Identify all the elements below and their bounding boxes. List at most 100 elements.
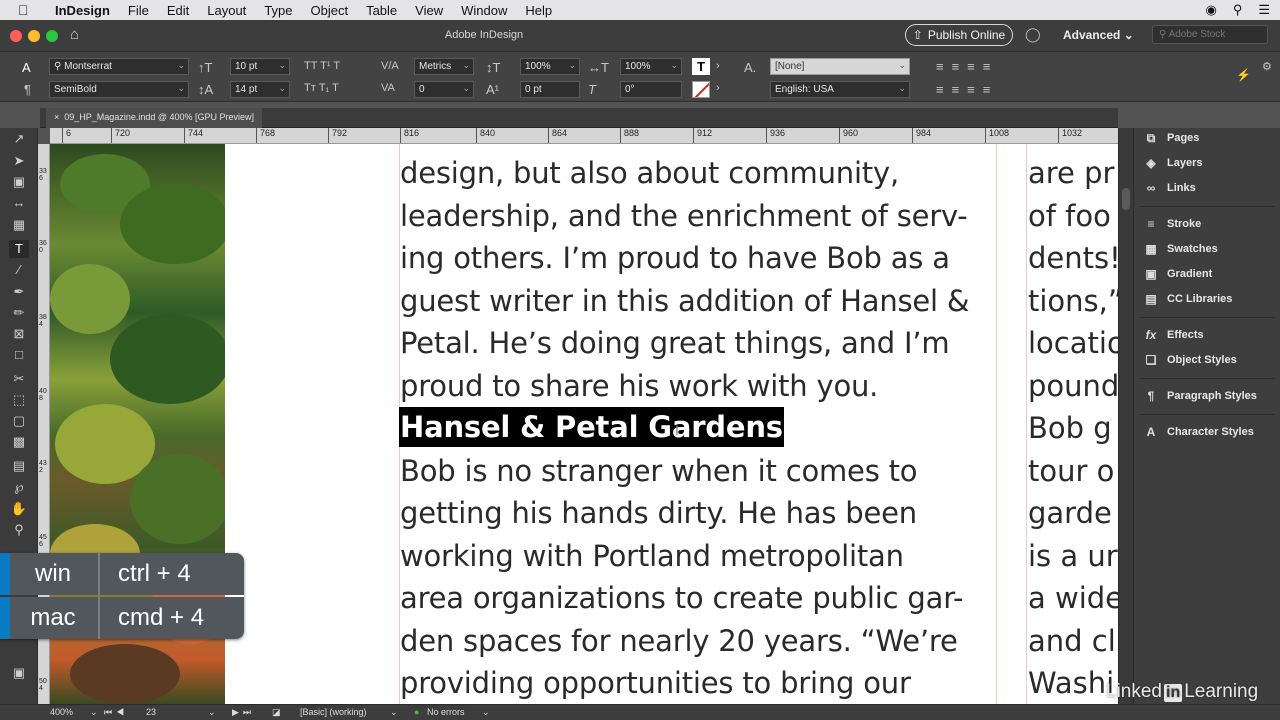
baseline-shift-field[interactable]: 0 pt [520,81,580,98]
column-2-text-line[interactable]: and cl [1028,626,1116,656]
character-style-field[interactable]: [None] ⌄ [770,58,910,75]
body-text-line[interactable]: getting his hands dirty. He has been [400,498,917,528]
adobe-stock-search-input[interactable]: ⚲ Adobe Stock [1152,25,1268,44]
creative-cloud-icon[interactable]: ◉ [1205,2,1216,18]
column-2-text-line[interactable]: is a ur [1028,541,1118,571]
font-family-field[interactable]: ⚲ Montserrat ⌄ [49,58,189,75]
panel-swatches[interactable]: ▦ Swatches [1134,239,1280,261]
page-nav-prev-icon[interactable]: ⏮◀ [104,707,128,718]
column-2-text-line[interactable]: a wide [1028,583,1118,613]
body-text-line[interactable]: proud to share his work with you. [400,371,878,401]
panel-stroke[interactable]: ≡ Stroke [1134,214,1280,236]
column-2-text-line[interactable]: pound [1028,371,1118,401]
column-2-text-line[interactable]: of foo [1028,201,1111,231]
eyedropper-tool-icon[interactable]: ℘ [9,478,29,496]
line-tool-icon[interactable]: ∕ [9,261,29,279]
pen-tool-icon[interactable]: ✒ [9,283,29,301]
preflight-dropdown-icon[interactable]: ⌄ [482,707,490,718]
close-tab-icon[interactable]: × [54,112,59,122]
page-tool-icon[interactable]: ▣ [9,173,29,191]
gap-tool-icon[interactable]: ↔ [9,194,29,212]
panel-links[interactable]: ∞ Links [1134,178,1280,200]
panel-cc-libraries[interactable]: ▤ CC Libraries [1134,289,1280,311]
horizontal-scale-field[interactable]: 100% ⌄ [620,58,682,75]
paragraph-formatting-icon[interactable]: ¶ [24,82,31,97]
font-style-field[interactable]: SemiBold ⌄ [49,81,189,98]
language-field[interactable]: English: USA ⌄ [770,81,910,98]
rectangle-tool-icon[interactable]: □ [9,346,29,364]
page-dropdown-icon[interactable]: ⌄ [208,707,216,718]
kerning-field[interactable]: Metrics ⌄ [414,58,474,75]
stroke-color-swatch[interactable] [692,81,710,98]
vertical-scale-field[interactable]: 100% ⌄ [520,58,580,75]
menu-layout[interactable]: Layout [207,3,246,18]
selected-heading-text[interactable]: Hansel & Petal Gardens [399,407,784,447]
body-text-line[interactable]: providing opportunities to bring our [400,668,911,698]
page-number[interactable]: 23 [146,707,156,717]
body-text-line[interactable]: leadership, and the enrichment of serv- [400,201,968,231]
align-buttons-row-1[interactable]: ≡≡≡≡ [936,59,998,74]
character-formatting-icon[interactable]: A [22,60,31,75]
body-text-line[interactable]: ing others. I’m proud to have Bob as a [400,243,950,273]
column-2-text-line[interactable]: Bob g [1028,413,1112,443]
zoom-dropdown-icon[interactable]: ⌄ [90,707,98,718]
publish-online-button[interactable]: ⇧ Publish Online [905,24,1013,46]
zoom-level[interactable]: 400% [50,707,73,717]
free-transform-tool-icon[interactable]: ⬚ [9,391,29,409]
layout-dropdown-icon[interactable]: ⌄ [390,707,398,718]
panel-gradient[interactable]: ▣ Gradient [1134,264,1280,286]
type-tool-icon[interactable]: T [9,240,29,258]
panel-effects[interactable]: fx Effects [1134,325,1280,347]
layout-label[interactable]: [Basic] (working) [300,707,367,717]
document-tab[interactable]: × 09_HP_Magazine.indd @ 400% [GPU Previe… [46,108,263,128]
menu-view[interactable]: View [415,3,443,18]
scissors-tool-icon[interactable]: ✂ [9,370,29,388]
menu-object[interactable]: Object [311,3,349,18]
vertical-scrollbar[interactable] [1118,128,1133,704]
rectangle-frame-tool-icon[interactable]: ⊠ [9,325,29,343]
screen-mode-icon[interactable]: ▣ [9,664,29,682]
gradient-swatch-tool-icon[interactable]: ▢ [9,412,29,430]
panel-paragraph-styles[interactable]: ¶ Paragraph Styles [1134,386,1280,408]
panel-object-styles[interactable]: ❏ Object Styles [1134,350,1280,372]
tracking-field[interactable]: 0 ⌄ [414,81,474,98]
small-caps-icon[interactable]: Tт T₁ T [304,82,339,94]
column-2-text-line[interactable]: tions,” [1028,286,1118,316]
body-text-line[interactable]: Bob is no stranger when it comes to [400,456,918,486]
menu-type[interactable]: Type [264,3,292,18]
selection-tool-icon[interactable]: ↗ [9,130,29,148]
body-text-line[interactable]: design, but also about community, [400,158,899,188]
font-size-field[interactable]: 10 pt ⌄ [230,58,290,75]
menu-window[interactable]: Window [461,3,507,18]
gear-icon[interactable]: ⚙ [1262,60,1272,73]
gradient-feather-tool-icon[interactable]: ▩ [9,433,29,451]
open-page-icon[interactable]: ◪ [272,707,281,718]
chevron-right-icon[interactable]: › [716,60,720,72]
panel-pages[interactable]: ⧉ Pages [1134,128,1280,150]
direct-selection-tool-icon[interactable]: ➤ [9,152,29,170]
column-2-text-line[interactable]: tour o [1028,456,1114,486]
body-text-line[interactable]: den spaces for nearly 20 years. “We’re [400,626,958,656]
column-2-text-line[interactable]: are pr [1028,158,1114,188]
menu-app-indesign[interactable]: InDesign [55,3,110,18]
lightbulb-icon[interactable]: ◯ [1025,26,1041,43]
spotlight-search-icon[interactable]: ⚲ [1233,2,1243,18]
zoom-tool-icon[interactable]: ⚲ [9,521,29,539]
menu-help[interactable]: Help [525,3,552,18]
workspace-switcher[interactable]: Advanced ⌄ [1063,28,1134,42]
preflight-status[interactable]: No errors [427,707,465,717]
note-tool-icon[interactable]: ▤ [9,457,29,475]
body-text-line[interactable]: guest writer in this addition of Hansel … [400,286,970,316]
scrollbar-thumb[interactable] [1122,188,1130,210]
column-2-text-line[interactable]: dents! [1028,243,1118,273]
body-text-line[interactable]: working with Portland metropolitan [400,541,904,571]
quick-apply-icon[interactable]: ⚡ [1236,68,1251,82]
body-text-line[interactable]: Petal. He’s doing great things, and I’m [400,328,950,358]
menu-file[interactable]: File [128,3,149,18]
menu-edit[interactable]: Edit [167,3,189,18]
column-2-text-line[interactable]: locatio [1028,328,1118,358]
content-collector-icon[interactable]: ▦ [9,216,29,234]
fill-color-swatch[interactable]: T [692,58,710,75]
column-2-text-line[interactable]: garde [1028,498,1112,528]
page-nav-next-icon[interactable]: ▶⏭ [232,707,255,718]
